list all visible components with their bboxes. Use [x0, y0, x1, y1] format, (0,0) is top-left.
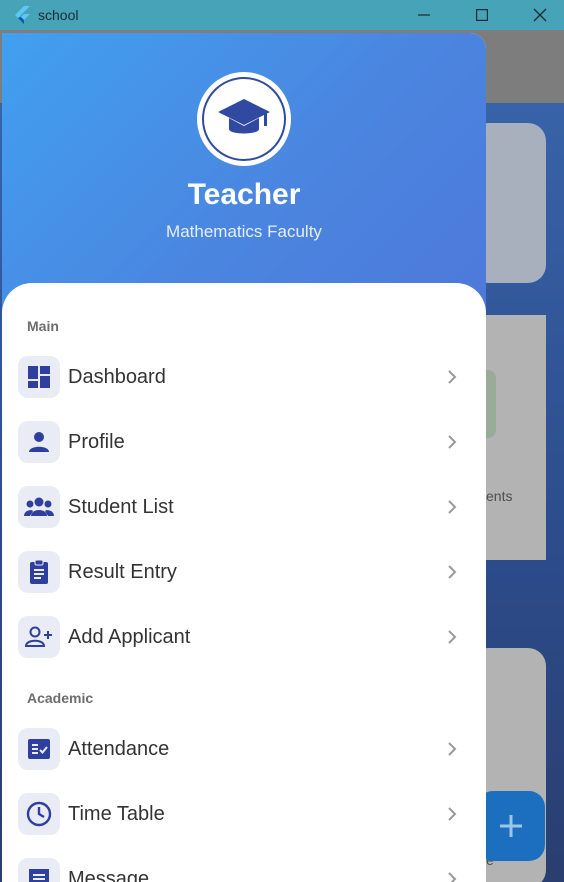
menu-item-student-list[interactable]: Student List [18, 485, 470, 529]
menu-item-label: Student List [68, 495, 174, 518]
maximize-button[interactable] [453, 0, 511, 30]
graduation-cap-icon [218, 99, 270, 134]
close-icon [533, 8, 547, 22]
menu-item-label: Add Applicant [68, 625, 191, 648]
minimize-icon [418, 14, 430, 16]
dashboard-icon [28, 366, 50, 388]
menu-item-label: Result Entry [68, 560, 177, 583]
plus-icon [500, 815, 522, 837]
checklist-icon [28, 739, 50, 759]
menu-item-result-entry[interactable]: Result Entry [18, 550, 470, 594]
navigation-drawer: Teacher Mathematics Faculty Main Dashboa… [2, 33, 486, 882]
menu-item-add-applicant[interactable]: Add Applicant [18, 615, 470, 659]
menu-item-label: Time Table [68, 802, 165, 825]
group-icon [24, 497, 54, 516]
background-card-text: ents [486, 488, 513, 504]
add-fab-button[interactable] [477, 791, 545, 861]
menu-item-time-table[interactable]: Time Table [18, 792, 470, 836]
chevron-right-icon [448, 435, 457, 449]
drawer-header: Teacher Mathematics Faculty [2, 33, 486, 323]
menu-item-attendance[interactable]: Attendance [18, 727, 470, 771]
menu-item-label: Attendance [68, 737, 170, 760]
close-button[interactable] [511, 0, 564, 30]
menu-item-message[interactable]: Message [18, 857, 470, 882]
section-label-academic: Academic [27, 690, 94, 706]
maximize-icon [476, 9, 488, 21]
flutter-logo-icon [15, 6, 30, 24]
section-label-main: Main [27, 318, 59, 334]
chevron-right-icon [448, 370, 457, 384]
minimize-button[interactable] [395, 0, 453, 30]
menu-item-label: Profile [68, 430, 125, 453]
person-icon [29, 432, 49, 452]
window-title: school [38, 7, 79, 23]
window-titlebar: school [0, 0, 564, 30]
chevron-right-icon [448, 500, 457, 514]
drawer-menu: Main Dashboard Profile Student List Resu… [2, 283, 486, 882]
user-role: Mathematics Faculty [166, 222, 322, 241]
clipboard-icon [30, 559, 48, 584]
chevron-right-icon [448, 872, 457, 882]
chevron-right-icon [448, 565, 457, 579]
menu-item-profile[interactable]: Profile [18, 420, 470, 464]
menu-item-dashboard[interactable]: Dashboard [18, 355, 470, 399]
chevron-right-icon [448, 742, 457, 756]
chevron-right-icon [448, 807, 457, 821]
chevron-right-icon [448, 630, 457, 644]
message-icon [29, 869, 49, 882]
clock-icon [26, 801, 52, 827]
menu-item-label: Dashboard [68, 365, 166, 388]
person-add-icon [25, 626, 52, 647]
avatar [197, 72, 291, 166]
menu-item-label: Message [68, 867, 150, 882]
user-name: Teacher [187, 178, 301, 211]
